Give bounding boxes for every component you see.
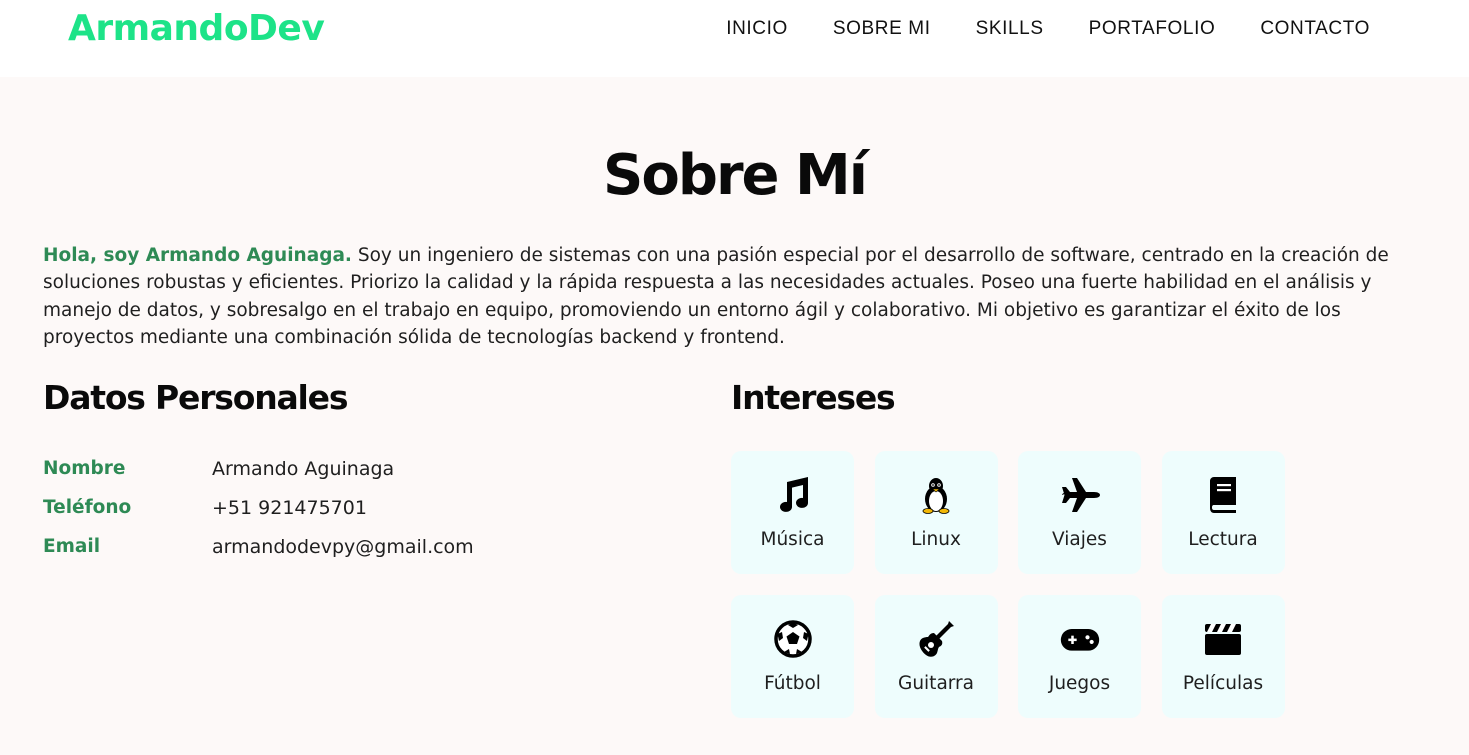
info-value: +51 921475701: [212, 496, 367, 519]
info-label: Teléfono: [43, 497, 132, 518]
nav-item-portafolio[interactable]: PORTAFOLIO: [1089, 18, 1216, 40]
personal-data-list: Nombre Armando Aguinaga Teléfono +51 921…: [43, 449, 474, 566]
interests-title: Intereses: [731, 378, 896, 417]
intro-highlight: Hola, soy Armando Aguinaga.: [43, 245, 352, 266]
plane-icon: [1061, 478, 1100, 512]
intro-paragraph: Hola, soy Armando Aguinaga. Soy un ingen…: [43, 242, 1423, 351]
interest-card-juegos: Juegos: [1018, 595, 1141, 718]
interests-grid: Música Linux Viajes Lectura Fútbol Guita…: [731, 451, 1285, 718]
main-nav: INICIO SOBRE MI SKILLS PORTAFOLIO CONTAC…: [726, 18, 1370, 40]
info-row-telefono: Teléfono +51 921475701: [43, 488, 474, 527]
book-icon: [1210, 477, 1236, 513]
interest-card-guitarra: Guitarra: [874, 595, 998, 718]
nav-item-sobre-mi[interactable]: SOBRE MI: [833, 18, 931, 40]
interest-label: Guitarra: [897, 673, 974, 694]
info-value: armandodevpy@gmail.com: [212, 535, 474, 558]
section-title: Sobre Mí: [603, 143, 868, 208]
nav-item-contacto[interactable]: CONTACTO: [1260, 18, 1370, 40]
nav-item-skills[interactable]: SKILLS: [976, 18, 1044, 40]
interest-card-viajes: Viajes: [1018, 451, 1141, 574]
interest-label: Viajes: [1052, 529, 1107, 550]
info-label: Nombre: [43, 458, 126, 479]
interest-label: Linux: [911, 529, 961, 550]
interest-card-futbol: Fútbol: [731, 595, 854, 718]
site-logo[interactable]: ArmandoDev: [68, 8, 325, 49]
clapperboard-icon: [1205, 624, 1241, 655]
info-value: Armando Aguinaga: [212, 457, 395, 480]
gamepad-icon: [1060, 629, 1099, 651]
info-label: Email: [43, 536, 101, 557]
info-row-email: Email armandodevpy@gmail.com: [43, 527, 474, 566]
interest-label: Películas: [1182, 673, 1264, 694]
interest-label: Música: [760, 529, 825, 550]
site-header: ArmandoDev INICIO SOBRE MI SKILLS PORTAF…: [0, 0, 1469, 77]
interest-card-peliculas: Películas: [1161, 595, 1285, 718]
soccer-ball-icon: [773, 620, 812, 658]
interest-card-musica: Música: [731, 451, 854, 574]
interest-label: Lectura: [1188, 529, 1258, 550]
personal-data-title: Datos Personales: [43, 378, 348, 417]
interest-card-lectura: Lectura: [1161, 451, 1285, 574]
interest-card-linux: Linux: [874, 451, 998, 574]
nav-item-inicio[interactable]: INICIO: [726, 18, 788, 40]
guitar-icon: [919, 621, 954, 657]
linux-icon: [922, 478, 950, 514]
info-row-nombre: Nombre Armando Aguinaga: [43, 449, 474, 488]
interest-label: Fútbol: [764, 673, 821, 694]
interest-label: Juegos: [1048, 673, 1111, 694]
music-icon: [779, 477, 808, 512]
